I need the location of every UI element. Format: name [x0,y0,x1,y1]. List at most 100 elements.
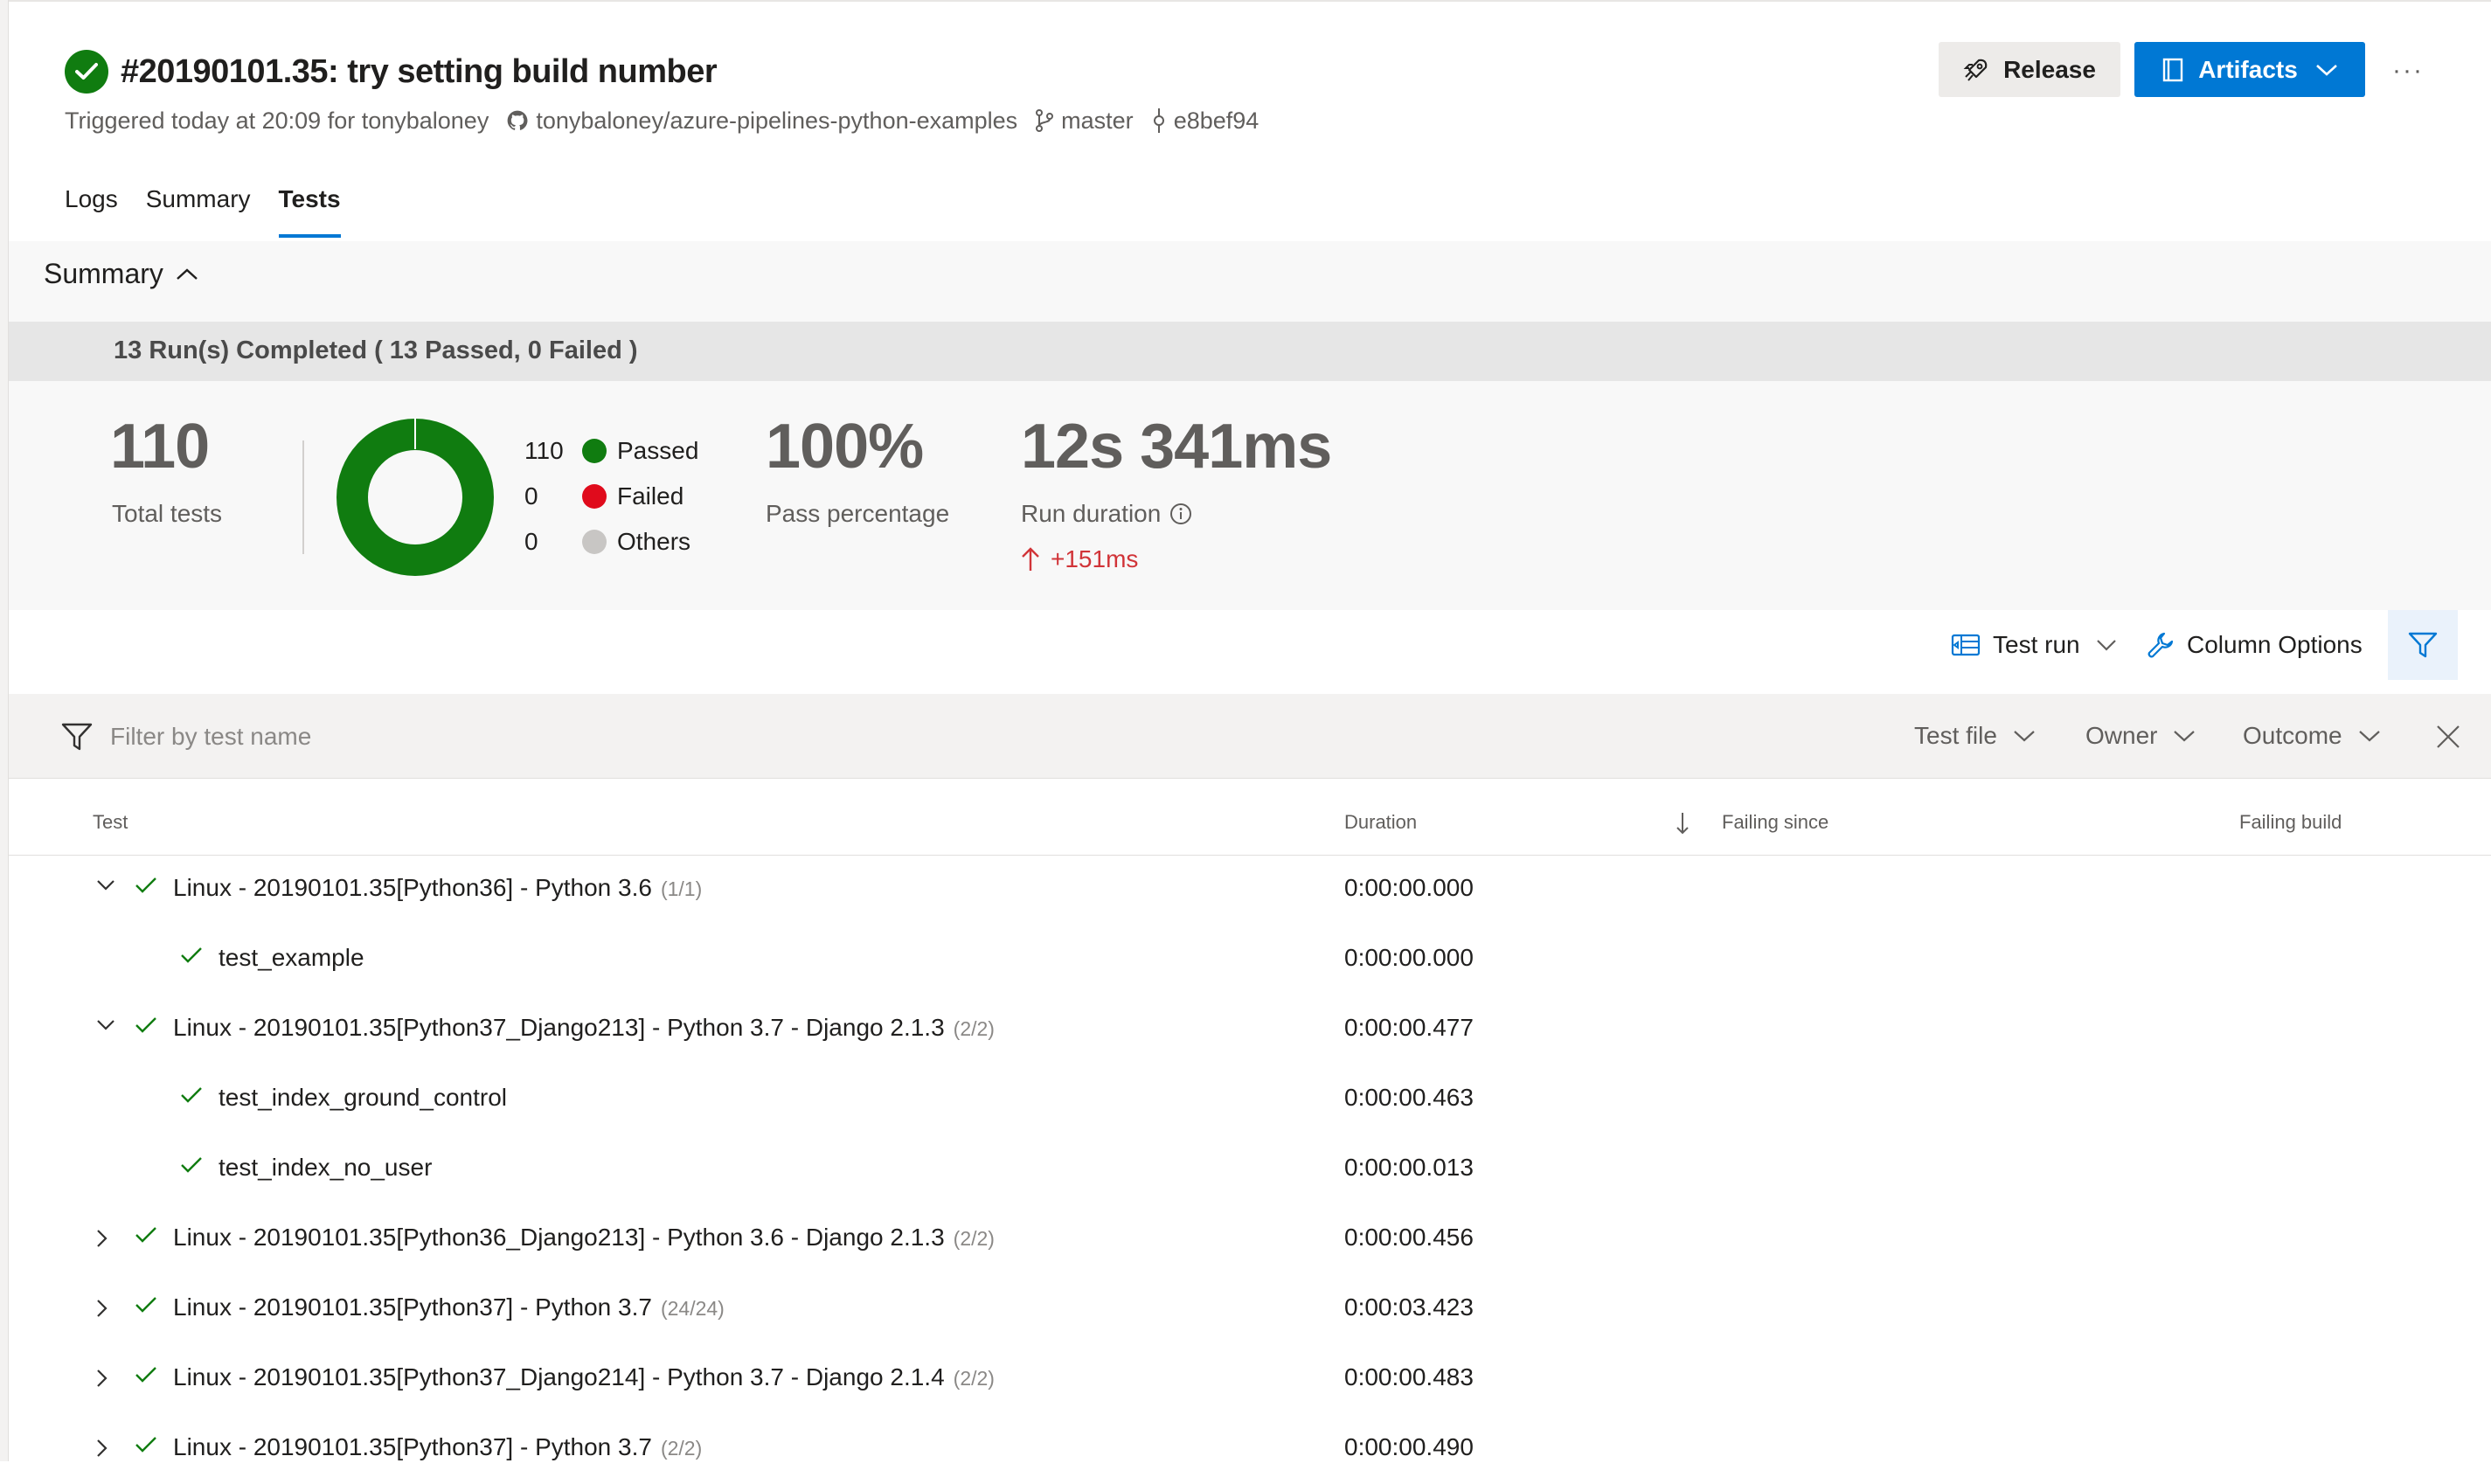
chevron-right-icon[interactable] [96,1299,108,1322]
summary-collapse-toggle[interactable]: Summary [44,258,198,290]
test-name: Linux - 20190101.35[Python37] - Python 3… [173,1293,725,1321]
test-case-row[interactable]: test_index_ground_control0:00:00.463 [9,1064,2491,1134]
test-count: (2/2) [954,1017,995,1040]
passed-check-icon [180,946,203,969]
sort-descending-icon[interactable] [1675,811,1690,836]
test-run-row[interactable]: Linux - 20190101.35[Python37_Django213] … [9,995,2491,1064]
run-duration-value: 12s 341ms [1021,411,1331,482]
test-name: Linux - 20190101.35[Python37_Django213] … [173,1014,995,1042]
test-duration: 0:00:00.000 [1344,874,1474,902]
test-count: (2/2) [954,1367,995,1390]
test-count: (1/1) [661,877,702,900]
legend-others: 0 Others [524,528,690,556]
test-case-row[interactable]: test_index_no_user 0:00:00.013 [9,1134,2491,1204]
more-actions-button[interactable]: ··· [2386,49,2430,93]
chevron-up-icon [176,267,198,281]
test-run-groupby-dropdown[interactable]: Test run [1951,628,2117,662]
filter-by-test-name-input[interactable] [110,717,897,757]
test-run-row[interactable]: Linux - 20190101.35[Python37_Django214] … [9,1344,2491,1414]
test-name: test_example [219,944,364,972]
passed-check-icon [135,1295,157,1319]
chevron-down-icon[interactable] [96,1019,115,1036]
chevron-right-icon[interactable] [96,1369,108,1392]
build-header: #20190101.35: try setting build number [65,45,717,98]
chevron-down-icon [2173,729,2196,743]
test-count: (2/2) [954,1227,995,1250]
tab-tests[interactable]: Tests [279,175,341,238]
test-name-text: Linux - 20190101.35[Python37] - Python 3… [173,1433,652,1460]
test-run-row[interactable]: Linux - 20190101.35[Python37] - Python 3… [9,1274,2491,1344]
column-header-failing-build[interactable]: Failing build [2239,811,2342,834]
tab-summary[interactable]: Summary [146,175,251,238]
others-dot-icon [582,530,607,554]
test-name: Linux - 20190101.35[Python37] - Python 3… [173,1433,702,1461]
test-name-text: test_example [219,944,364,971]
pass-percentage-value: 100% [766,411,923,482]
repo-link[interactable]: tonybaloney/azure-pipelines-python-examp… [536,107,1017,135]
test-run-row[interactable]: Linux - 20190101.35[Python36_Django213] … [9,1204,2491,1274]
summary-toggle-label: Summary [44,258,163,290]
branch-name[interactable]: master [1061,107,1134,135]
outcome-filter-label: Outcome [2243,722,2342,750]
outcome-donut-chart [332,414,498,580]
chevron-down-icon[interactable] [96,879,115,896]
failed-count: 0 [524,482,582,510]
test-name: test_index_ground_control [219,1084,507,1112]
test-duration: 0:00:00.477 [1344,1014,1474,1042]
test-run-row[interactable]: Linux - 20190101.35[Python37] - Python 3… [9,1414,2491,1484]
test-duration: 0:00:03.423 [1344,1293,1474,1321]
artifacts-button[interactable]: Artifacts [2134,42,2365,97]
chevron-right-icon[interactable] [96,1229,108,1252]
close-filter-icon[interactable] [2435,724,2461,750]
passed-check-icon [135,1365,157,1389]
test-count: (24/24) [661,1297,725,1320]
chevron-right-icon[interactable] [96,1439,108,1462]
column-header-test[interactable]: Test [93,811,128,834]
passed-count: 110 [524,437,582,465]
test-name-text: Linux - 20190101.35[Python36_Django213] … [173,1224,945,1251]
test-name-text: test_index_ground_control [219,1084,507,1111]
others-count: 0 [524,528,582,556]
filter-icon [61,722,93,752]
legend-failed: 0 Failed [524,482,683,510]
release-button[interactable]: Release [1939,42,2120,97]
owner-filter-label: Owner [2085,722,2157,750]
test-duration: 0:00:00.013 [1344,1154,1474,1182]
passed-check-icon [180,1085,203,1109]
test-name-text: Linux - 20190101.35[Python37_Django213] … [173,1014,945,1041]
arrow-up-icon [1021,546,1040,572]
duration-delta-value: +151ms [1051,545,1138,573]
owner-filter-dropdown[interactable]: Owner [2085,722,2196,750]
test-name: Linux - 20190101.35[Python36_Django213] … [173,1224,995,1252]
column-options-button[interactable]: Column Options [2147,628,2363,662]
info-icon[interactable] [1169,503,1192,525]
commit-hash[interactable]: e8bef94 [1174,107,1259,135]
build-trigger-info: Triggered today at 20:09 for tonybaloney… [65,105,1259,136]
tab-logs[interactable]: Logs [65,175,118,238]
test-name-text: Linux - 20190101.35[Python36] - Python 3… [173,874,652,901]
test-count: (2/2) [661,1437,702,1460]
group-icon [1951,633,1981,657]
pass-percentage-label: Pass percentage [766,500,949,528]
passed-check-icon [135,876,157,899]
others-label: Others [617,528,690,556]
github-icon [506,109,529,132]
column-header-duration[interactable]: Duration [1344,811,1417,834]
test-duration: 0:00:00.490 [1344,1433,1474,1461]
test-case-row[interactable]: test_example0:00:00.000 [9,925,2491,995]
passed-check-icon [135,1435,157,1459]
failed-dot-icon [582,484,607,509]
tab-bar: Logs Summary Tests [65,175,369,241]
test-file-filter-dropdown[interactable]: Test file [1914,722,2036,750]
chevron-down-icon [2315,63,2338,77]
passed-check-icon [135,1225,157,1249]
test-duration: 0:00:00.483 [1344,1363,1474,1391]
test-run-row[interactable]: Linux - 20190101.35[Python36] - Python 3… [9,855,2491,925]
filter-toggle-button[interactable] [2388,610,2458,680]
test-name-text: Linux - 20190101.35[Python37_Django214] … [173,1363,945,1390]
page-title: #20190101.35: try setting build number [121,53,717,91]
test-name-text: test_index_no_user [219,1154,432,1181]
chevron-down-icon [2096,639,2117,651]
outcome-filter-dropdown[interactable]: Outcome [2243,722,2381,750]
column-header-failing-since[interactable]: Failing since [1722,811,1828,834]
